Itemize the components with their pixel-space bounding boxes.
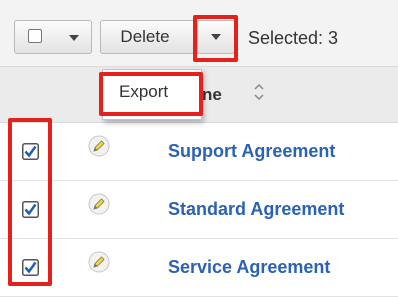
chevron-down-icon — [69, 35, 79, 41]
pencil-icon[interactable] — [88, 193, 110, 215]
highlight-box-actions-toggle — [193, 15, 238, 62]
delete-button[interactable]: Delete — [100, 20, 200, 54]
pencil-icon[interactable] — [88, 135, 110, 157]
delete-button-label: Delete — [120, 27, 170, 46]
selected-count: Selected: 3 — [248, 28, 339, 48]
list-toolbar: Delete Selected: 3 — [0, 0, 398, 67]
table-row: Standard Agreement — [0, 181, 398, 239]
column-header-name[interactable]: ne — [202, 85, 222, 105]
table-row: Service Agreement — [0, 239, 398, 297]
highlight-box-export — [99, 72, 203, 116]
pencil-icon[interactable] — [88, 251, 110, 273]
highlight-box-checkboxes — [8, 118, 52, 286]
select-all-checkbox[interactable] — [28, 29, 42, 43]
select-all-dropdown[interactable] — [14, 20, 92, 54]
table-row: Support Agreement — [0, 123, 398, 181]
record-name-link[interactable]: Support Agreement — [168, 141, 335, 162]
sort-both-icon[interactable] — [253, 81, 265, 103]
record-name-link[interactable]: Standard Agreement — [168, 199, 344, 220]
record-name-link[interactable]: Service Agreement — [168, 257, 330, 278]
